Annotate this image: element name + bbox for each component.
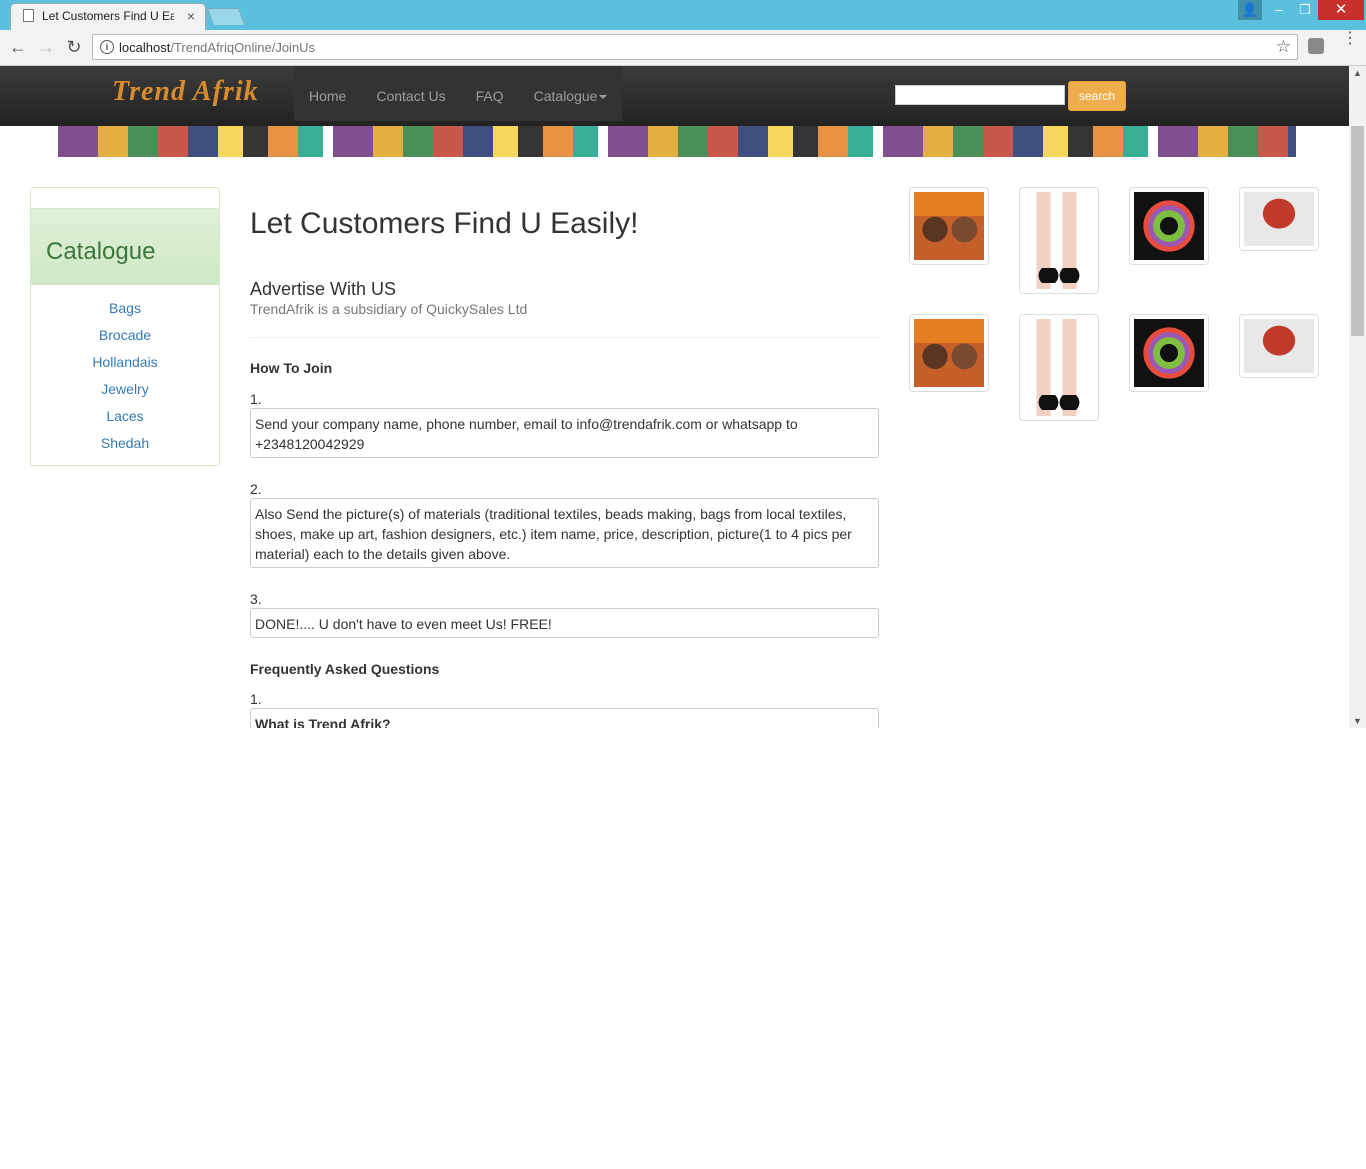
product-image xyxy=(1024,319,1094,416)
catalogue-link-bags[interactable]: Bags xyxy=(31,300,219,327)
product-thumbnail[interactable] xyxy=(1239,314,1319,378)
product-image xyxy=(1024,192,1094,289)
menu-icon[interactable]: ⋮ xyxy=(1342,31,1358,47)
step-box: DONE!.... U don't have to even meet Us! … xyxy=(250,608,879,638)
product-thumbnail[interactable] xyxy=(1239,187,1319,251)
browser-tab[interactable]: Let Customers Find U Ea: × xyxy=(10,3,206,30)
product-image xyxy=(1134,319,1204,387)
address-bar[interactable]: i localhost/TrendAfriqOnline/JoinUs ☆ xyxy=(92,34,1298,60)
site-navbar: Trend Afrik Home Contact Us FAQ Catalogu… xyxy=(0,66,1349,126)
nav-catalogue-dropdown[interactable]: Catalogue xyxy=(519,66,623,121)
search-button[interactable]: search xyxy=(1068,81,1126,111)
minimize-icon[interactable]: – xyxy=(1268,0,1290,20)
product-image xyxy=(914,319,984,387)
product-thumbnail[interactable] xyxy=(1129,314,1209,392)
step-number: 2. xyxy=(250,481,262,497)
scrollbar-thumb[interactable] xyxy=(1351,126,1364,336)
nav-faq[interactable]: FAQ xyxy=(461,66,519,121)
advertise-title: Advertise With US xyxy=(250,279,397,299)
fabric-banner-image xyxy=(58,126,1296,157)
product-thumbnail[interactable] xyxy=(1019,314,1099,421)
catalogue-link-laces[interactable]: Laces xyxy=(31,408,219,435)
new-tab-button[interactable] xyxy=(206,8,246,25)
page-icon xyxy=(23,9,34,22)
product-thumbnail[interactable] xyxy=(1129,187,1209,265)
step-number: 1. xyxy=(250,391,262,407)
extension-icon[interactable] xyxy=(1308,38,1324,54)
catalogue-link-hollandais[interactable]: Hollandais xyxy=(31,354,219,381)
faq-question-box: What is Trend Afrik? xyxy=(250,708,879,728)
page-title: Let Customers Find U Easily! xyxy=(250,207,639,240)
info-icon[interactable]: i xyxy=(100,40,114,54)
tab-title: Let Customers Find U Ea: xyxy=(42,9,174,23)
catalogue-list: Bags Brocade Hollandais Jewelry Laces Sh… xyxy=(31,300,219,462)
product-image xyxy=(1244,192,1314,246)
page-scrollbar[interactable]: ▲ ▼ xyxy=(1349,66,1366,728)
step-number: 3. xyxy=(250,591,262,607)
star-icon[interactable]: ☆ xyxy=(1276,37,1291,57)
scroll-up-icon[interactable]: ▲ xyxy=(1353,68,1362,78)
url-text[interactable]: localhost/TrendAfriqOnline/JoinUs xyxy=(119,40,315,55)
product-thumbnail[interactable] xyxy=(909,187,989,265)
catalogue-title: Catalogue xyxy=(46,238,156,265)
faq-title: Frequently Asked Questions xyxy=(250,661,440,677)
forward-arrow-icon[interactable]: → xyxy=(35,36,57,58)
page-viewport: Trend Afrik Home Contact Us FAQ Catalogu… xyxy=(0,66,1366,728)
user-icon[interactable]: 👤 xyxy=(1238,0,1262,20)
divider xyxy=(250,337,879,338)
product-thumbnail[interactable] xyxy=(1019,187,1099,294)
close-icon[interactable]: ✕ xyxy=(1318,0,1364,20)
catalogue-panel: Catalogue Bags Brocade Hollandais Jewelr… xyxy=(30,187,220,466)
product-image xyxy=(1134,192,1204,260)
nav-menu: Home Contact Us FAQ Catalogue xyxy=(294,66,623,121)
browser-toolbar: ← → ↻ i localhost/TrendAfriqOnline/JoinU… xyxy=(0,30,1366,66)
back-arrow-icon[interactable]: ← xyxy=(7,36,29,58)
caret-down-icon xyxy=(599,95,608,100)
brand-logo[interactable]: Trend Afrik xyxy=(112,76,259,108)
catalogue-panel-heading: Catalogue xyxy=(31,208,219,285)
browser-titlebar: Let Customers Find U Ea: × 👤 – ❐ ✕ xyxy=(0,0,1366,30)
reload-icon[interactable]: ↻ xyxy=(63,36,85,58)
nav-contact-us[interactable]: Contact Us xyxy=(361,66,460,121)
step-box: Also Send the picture(s) of materials (t… xyxy=(250,498,879,568)
product-thumbnail[interactable] xyxy=(909,314,989,392)
faq-number: 1. xyxy=(250,691,262,707)
search-input[interactable] xyxy=(895,85,1065,105)
tab-close-icon[interactable]: × xyxy=(187,8,195,24)
catalogue-link-jewelry[interactable]: Jewelry xyxy=(31,381,219,408)
catalogue-link-brocade[interactable]: Brocade xyxy=(31,327,219,354)
product-image xyxy=(914,192,984,260)
how-to-join-title: How To Join xyxy=(250,360,333,376)
step-box: Send your company name, phone number, em… xyxy=(250,408,879,458)
product-image xyxy=(1244,319,1314,373)
maximize-icon[interactable]: ❐ xyxy=(1294,0,1316,20)
nav-home[interactable]: Home xyxy=(294,66,361,121)
url-path: /TrendAfriqOnline/JoinUs xyxy=(170,40,316,55)
catalogue-link-shedah[interactable]: Shedah xyxy=(31,435,219,462)
nav-catalogue-label: Catalogue xyxy=(533,88,598,104)
advertise-subtitle: TrendAfrik is a subsidiary of QuickySale… xyxy=(250,301,528,317)
scroll-down-icon[interactable]: ▼ xyxy=(1353,716,1362,726)
url-host: localhost xyxy=(119,40,171,55)
